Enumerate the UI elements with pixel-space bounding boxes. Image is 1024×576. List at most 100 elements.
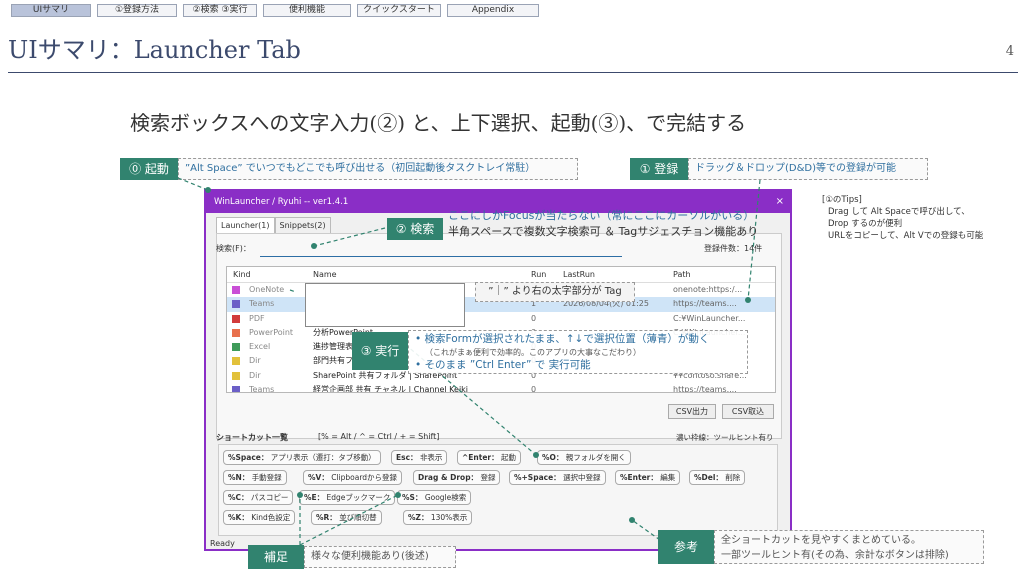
col-run[interactable]: Run — [531, 267, 546, 283]
note-start-text: ”Alt Space” でいつでもどこでも呼び出せる（初回起動後タスクトレイ常駐… — [185, 163, 536, 174]
cell-run: 0 — [531, 313, 537, 323]
shortcut-key: %S： — [402, 493, 423, 502]
label-register: ① 登録 — [630, 158, 688, 180]
shortcut-desc: 選択中登録 — [563, 473, 601, 482]
kind-color-swatch — [232, 371, 240, 380]
csv-import-button[interactable]: CSV取込 — [722, 404, 774, 419]
shortcut-button[interactable]: %K： Kind色設定 — [223, 510, 296, 525]
cell-path: https://teams.... — [673, 385, 737, 393]
kind-color-swatch — [232, 328, 240, 337]
cell-kind: Dir — [249, 370, 261, 380]
shortcut-button[interactable]: Drag & Drop： 登録 — [413, 470, 501, 485]
shortcut-button[interactable]: %R： 並び順切替 — [311, 510, 382, 525]
note-search-line2: 半角スペースで複数文字検索可 ＆ Tagサジェスチョン機能あり — [448, 225, 759, 238]
note-start: ”Alt Space” でいつでもどこでも呼び出せる（初回起動後タスクトレイ常駐… — [178, 158, 578, 180]
csv-export-button[interactable]: CSV出力 — [668, 404, 716, 419]
shortcut-key: %+Space： — [514, 473, 561, 482]
shortcut-button[interactable]: %S： Google検索 — [397, 490, 472, 505]
shortcut-button[interactable]: %Enter： 編集 — [615, 470, 681, 485]
shortcut-legend: 濃い枠線：ツールヒント有り — [676, 433, 774, 442]
shortcut-button[interactable]: %N： 手動登録 — [223, 470, 287, 485]
shortcut-title: ショートカット一覧 — [216, 433, 288, 442]
col-lastrun[interactable]: LastRun — [563, 267, 595, 283]
shortcut-key: %Enter： — [620, 473, 658, 482]
nav-tab-useful[interactable]: 便利機能 — [263, 4, 351, 17]
shortcut-key: %K： — [228, 513, 249, 522]
shortcut-button[interactable]: ^Enter： 起動 — [457, 450, 522, 465]
cell-kind: Dir — [249, 356, 261, 366]
shortcut-button[interactable]: %V： Clipboardから登録 — [303, 470, 403, 485]
cell-kind: Teams — [249, 299, 275, 309]
shortcut-desc: アプリ表示（遷打：タブ移動） — [270, 453, 376, 462]
shortcut-key: %R： — [316, 513, 337, 522]
shortcut-button[interactable]: %O： 親フォルダを開く — [537, 450, 631, 465]
shortcut-button[interactable]: %Del： 削除 — [689, 470, 746, 485]
shortcut-hint: [% = Alt / ^ = Ctrl / + = Shift] — [318, 432, 440, 441]
shortcut-desc: 親フォルダを開く — [565, 453, 626, 462]
shortcut-key: %O： — [542, 453, 564, 462]
note-reference: 全ショートカットを見やすくまとめている。 一部ツールヒント有(その為、余計なボタ… — [714, 530, 984, 564]
shortcut-key: %Space： — [228, 453, 269, 462]
note-execute: • 検索Formが選択されたまま、↑↓で選択位置（薄青）が動く （これがまぁ便利… — [408, 330, 748, 374]
page-number: 4 — [1005, 44, 1014, 59]
note-search-line1: ここにしかFocusが当たらない（常にここにカーソルがいる） — [448, 209, 755, 222]
nav-tab-appendix[interactable]: Appendix — [447, 4, 539, 17]
nav-tab-ui-summary[interactable]: UIサマリ — [11, 4, 91, 17]
shortcut-desc: Edgeブックマーク — [326, 493, 391, 502]
kind-color-swatch — [232, 300, 240, 309]
status-bar: Ready — [210, 539, 235, 548]
shortcut-desc: 削除 — [725, 473, 741, 482]
shortcut-key: %N： — [228, 473, 250, 482]
shortcut-button[interactable]: %C： パスコピー — [223, 490, 294, 505]
kind-color-swatch — [232, 357, 240, 366]
tips-line: Drag して Alt Spaceで呼び出して、 — [828, 207, 970, 217]
tab-snippets[interactable]: Snippets(2) — [274, 217, 331, 233]
exec-bullet-2: • そのまま ”Ctrl Enter” で 実行可能 — [415, 359, 591, 371]
col-name[interactable]: Name — [313, 267, 337, 283]
col-path[interactable]: Path — [673, 267, 691, 283]
cell-kind: PowerPoint — [249, 327, 294, 337]
search-input[interactable] — [260, 245, 622, 257]
cell-path: onenote:https:/... — [673, 285, 743, 294]
col-kind[interactable]: Kind — [233, 267, 251, 283]
tab-launcher[interactable]: Launcher(1) — [216, 217, 275, 233]
label-execute: ③ 実行 — [352, 332, 408, 370]
shortcut-button[interactable]: %E： Edgeブックマーク — [299, 490, 396, 505]
cell-run: 0 — [531, 385, 537, 393]
shortcut-button[interactable]: Esc： 非表示 — [391, 450, 448, 465]
shortcut-desc: Kind色設定 — [251, 513, 291, 522]
table-row[interactable]: Teams 経営企画部 共有 チャネル | Channel Keiki 0 https… — [227, 383, 775, 393]
shortcut-desc: 編集 — [660, 473, 676, 482]
shortcut-button[interactable]: %+Space： 選択中登録 — [509, 470, 606, 485]
label-search: ② 検索 — [387, 218, 443, 240]
shortcut-key: %E： — [304, 493, 325, 502]
nav-tab-registration[interactable]: ①登録方法 — [97, 4, 177, 17]
shortcut-desc: 非表示 — [419, 453, 443, 462]
label-start: ⓪ 起動 — [120, 158, 178, 180]
slide-title: UIサマリ：Launcher Tab — [8, 36, 301, 64]
shortcut-key: Drag & Drop： — [418, 473, 479, 482]
note-supplement: 様々な便利機能あり(後述) — [304, 546, 456, 568]
exec-bullet-1-text: 検索Formが選択されたまま、↑↓で選択位置（薄青）が動く — [424, 333, 710, 345]
cell-kind: OneNote — [249, 285, 285, 294]
nav-tab-quickstart[interactable]: クイックスタート — [357, 4, 441, 17]
close-icon[interactable]: × — [776, 191, 784, 213]
shortcut-key: %C： — [228, 493, 249, 502]
note-search: ここにしかFocusが当たらない（常にここにカーソルがいる） 半角スペースで複数… — [448, 208, 758, 240]
nav-tab-search-run[interactable]: ②検索 ③実行 — [183, 4, 257, 17]
shortcut-desc: Google検索 — [424, 493, 467, 502]
app-tabs: Launcher(1) Snippets(2) — [216, 217, 331, 233]
slide-headline: 検索ボックスへの文字入力(②) と、上下選択、起動(③)、で完結する — [130, 111, 747, 135]
reference-line-1: 全ショートカットを見やすくまとめている。 — [721, 535, 921, 546]
shortcut-key: %Del： — [694, 473, 723, 482]
label-reference: 参考 — [658, 530, 714, 564]
search-label: 検索(F)： — [216, 244, 251, 253]
shortcut-button[interactable]: %Space： アプリ表示（遷打：タブ移動） — [223, 450, 381, 465]
exec-bullet-1: • 検索Formが選択されたまま、↑↓で選択位置（薄青）が動く — [415, 333, 710, 345]
shortcut-desc: 起動 — [501, 453, 517, 462]
shortcut-key: %V： — [308, 473, 329, 482]
name-tooltip — [305, 283, 465, 327]
kind-color-swatch — [232, 343, 240, 352]
exec-small: （これがまぁ便利で効率的。このアプリの大事なこだわり） — [425, 348, 641, 357]
shortcut-button[interactable]: %Z： 130%表示 — [403, 510, 473, 525]
